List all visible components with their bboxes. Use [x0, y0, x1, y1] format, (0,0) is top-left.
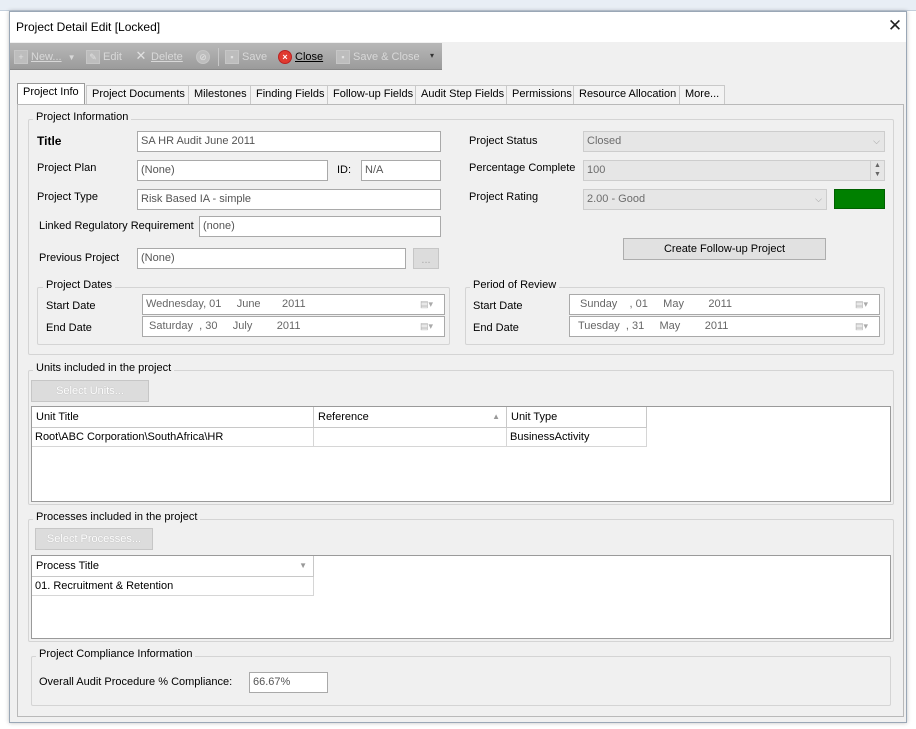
project-type-label: Project Type	[37, 191, 98, 203]
table-cell[interactable]: Root\ABC Corporation\SouthAfrica\HR	[32, 428, 314, 447]
end-date-picker[interactable]: Saturday , 30 July 2011 ▤▾	[142, 316, 445, 337]
background-window-strip	[0, 0, 916, 11]
project-dates-label: Project Dates	[43, 279, 116, 291]
delete-icon: ✕	[135, 48, 147, 63]
column-header-unit-type[interactable]: Unit Type	[507, 407, 647, 428]
close-button[interactable]: × Close	[278, 48, 323, 66]
spinner-icon[interactable]: ▲ ▼	[870, 161, 884, 180]
id-label: ID:	[337, 164, 352, 176]
title-label: Title	[37, 134, 62, 148]
previous-project-label: Previous Project	[39, 252, 120, 264]
edit-button[interactable]: ✎ Edit	[86, 48, 122, 66]
period-of-review-label: Period of Review	[470, 279, 560, 291]
review-end-date-label: End Date	[473, 322, 519, 334]
tab-project-info[interactable]: Project Info	[17, 83, 85, 105]
toolbar-separator	[218, 48, 219, 66]
project-rating-select[interactable]: 2.00 - Good ⌵	[583, 189, 827, 210]
edit-icon: ✎	[86, 50, 100, 64]
tab-more[interactable]: More...	[679, 85, 726, 104]
cancel-button[interactable]: ⊘	[196, 48, 210, 66]
table-cell[interactable]: BusinessActivity	[507, 428, 647, 447]
tab-follow-up-fields[interactable]: Follow-up Fields	[327, 85, 420, 104]
review-end-date-picker[interactable]: Tuesday , 31 May 2011 ▤▾	[569, 316, 880, 337]
project-rating-label: Project Rating	[469, 191, 539, 203]
linked-requirement-label: Linked Regulatory Requirement	[39, 220, 194, 232]
project-status-label: Project Status	[469, 135, 538, 147]
percentage-complete-field[interactable]: 100 ▲ ▼	[583, 160, 885, 181]
create-follow-up-project-button[interactable]: Create Follow-up Project	[623, 238, 826, 260]
start-date-label: Start Date	[46, 300, 96, 312]
compliance-group-label: Project Compliance Information	[36, 648, 196, 660]
new-button[interactable]: + New... ▼	[14, 48, 76, 66]
overall-compliance-label: Overall Audit Procedure % Compliance:	[39, 676, 233, 688]
calendar-icon[interactable]: ▤▾	[420, 320, 440, 333]
save-close-icon: ▪	[336, 50, 350, 64]
column-header-process-title[interactable]: Process Title ▼	[32, 556, 314, 577]
cancel-icon: ⊘	[196, 50, 210, 64]
save-icon: ▪	[225, 50, 239, 64]
project-plan-field[interactable]: (None)	[137, 160, 328, 181]
table-cell[interactable]: 01. Recruitment & Retention	[32, 577, 314, 596]
percentage-complete-label: Percentage Complete	[469, 162, 576, 174]
calendar-icon[interactable]: ▤▾	[855, 320, 875, 333]
overall-compliance-field[interactable]: 66.67%	[249, 672, 328, 693]
project-type-field[interactable]: Risk Based IA - simple	[137, 189, 441, 210]
tab-audit-step-fields[interactable]: Audit Step Fields	[415, 85, 511, 104]
browse-previous-project-button[interactable]: ...	[413, 248, 439, 269]
table-cell[interactable]	[314, 428, 507, 447]
calendar-icon[interactable]: ▤▾	[420, 298, 440, 311]
end-date-label: End Date	[46, 322, 92, 334]
units-group-label: Units included in the project	[33, 362, 175, 374]
title-field[interactable]: SA HR Audit June 2011	[137, 131, 441, 152]
project-status-select[interactable]: Closed ⌵	[583, 131, 885, 152]
units-grid: Unit Title Reference ▲ Unit Type Root\ABC…	[31, 406, 891, 502]
processes-group-label: Processes included in the project	[33, 511, 201, 523]
tab-project-documents[interactable]: Project Documents	[86, 85, 191, 104]
calendar-icon[interactable]: ▤▾	[855, 298, 875, 311]
tab-permissions[interactable]: Permissions	[506, 85, 578, 104]
id-field[interactable]: N/A	[361, 160, 441, 181]
new-icon: +	[14, 50, 28, 64]
review-start-date-label: Start Date	[473, 300, 523, 312]
delete-button[interactable]: ✕ Delete	[134, 48, 183, 66]
save-close-button[interactable]: ▪ Save & Close	[336, 48, 420, 66]
chevron-down-icon: ⌵	[815, 194, 822, 204]
select-processes-button[interactable]: Select Processes...	[35, 528, 153, 550]
chevron-down-icon: ⌵	[873, 136, 880, 146]
dropdown-arrow-icon: ▼	[67, 52, 76, 62]
filter-dropdown-icon: ▼	[299, 561, 307, 570]
close-icon: ×	[278, 50, 292, 64]
tab-milestones[interactable]: Milestones	[188, 85, 253, 104]
title-bar: Project Detail Edit [Locked] ✕	[10, 12, 906, 42]
processes-grid: Process Title ▼ 01. Recruitment & Retenti…	[31, 555, 891, 639]
toolbar: + New... ▼ ✎ Edit ✕ Delete ⊘ ▪ Save × Cl…	[10, 43, 442, 70]
project-information-label: Project Information	[33, 111, 132, 123]
toolbar-overflow-icon[interactable]: ▾	[430, 51, 440, 67]
column-header-unit-title[interactable]: Unit Title	[32, 407, 314, 428]
select-units-button[interactable]: Select Units...	[31, 380, 149, 402]
rating-color-swatch	[834, 189, 885, 209]
review-start-date-picker[interactable]: Sunday , 01 May 2011 ▤▾	[569, 294, 880, 315]
tab-resource-allocation[interactable]: Resource Allocation	[573, 85, 683, 104]
save-button[interactable]: ▪ Save	[225, 48, 267, 66]
previous-project-field[interactable]: (None)	[137, 248, 406, 269]
sort-ascending-icon: ▲	[492, 412, 500, 421]
linked-requirement-field[interactable]: (none)	[199, 216, 441, 237]
window-close-icon[interactable]: ✕	[886, 16, 904, 36]
start-date-picker[interactable]: Wednesday, 01 June 2011 ▤▾	[142, 294, 445, 315]
project-plan-label: Project Plan	[37, 162, 97, 174]
window-title: Project Detail Edit [Locked]	[16, 20, 161, 34]
tab-finding-fields[interactable]: Finding Fields	[250, 85, 331, 104]
column-header-reference[interactable]: Reference ▲	[314, 407, 507, 428]
